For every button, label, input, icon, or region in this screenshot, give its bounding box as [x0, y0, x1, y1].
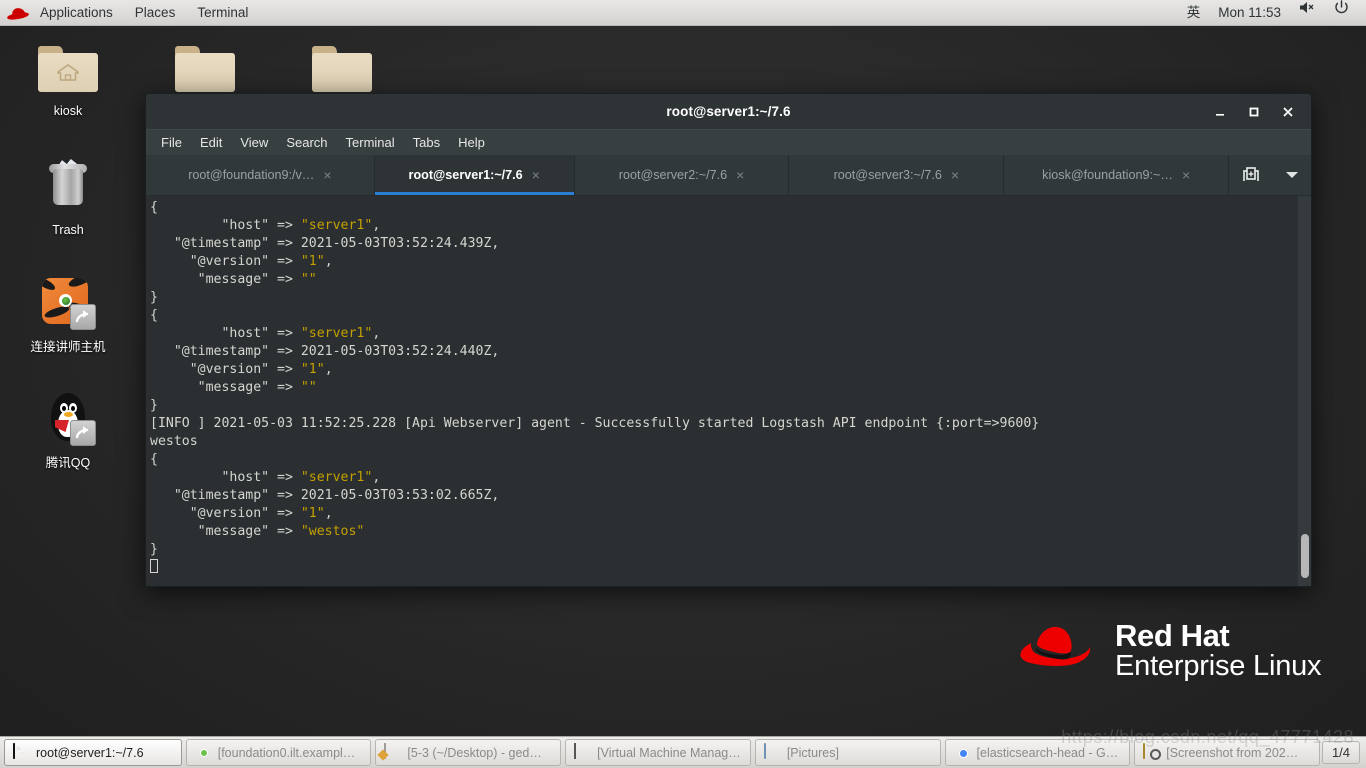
close-tab-icon[interactable]: × [736, 168, 744, 182]
gedit-icon [384, 743, 401, 761]
menu-edit[interactable]: Edit [191, 130, 231, 156]
window-titlebar[interactable]: root@server1:~/7.6 [146, 94, 1311, 129]
panel-menu-applications[interactable]: Applications [29, 0, 124, 26]
taskbar-item-label: [Pictures] [786, 745, 839, 760]
redhat-hat-icon[interactable] [6, 4, 30, 22]
panel-menu-terminal[interactable]: Terminal [186, 0, 259, 26]
menu-file[interactable]: File [152, 130, 191, 156]
volume-muted-icon[interactable] [1290, 0, 1325, 26]
panel-status-area: 英 Mon 11:53 [1178, 0, 1366, 26]
desktop-icon-label: Trash [52, 223, 84, 237]
desktop-icon-trash[interactable]: Trash [20, 155, 116, 238]
rhel-brand-text: Red Hat Enterprise Linux [1115, 618, 1322, 683]
shortcut-arrow-badge [70, 304, 96, 330]
taskbar-item-virt-manager[interactable]: [Virtual Machine Manag… [565, 739, 751, 766]
taskbar-item-label: [foundation0.ilt.exampl… [217, 745, 356, 760]
taskbar-item-screenshot[interactable]: [Screenshot from 202… [1134, 739, 1320, 766]
taskbar-item-label: [elasticsearch-head - G… [976, 745, 1119, 760]
qq-shortcut-icon [36, 388, 100, 452]
new-tab-icon[interactable] [1229, 155, 1273, 195]
shortcut-arrow-badge [70, 420, 96, 446]
menu-search[interactable]: Search [277, 130, 336, 156]
window-controls [1203, 94, 1305, 129]
tab-label: root@server2:~/7.6 [618, 168, 728, 182]
clock[interactable]: Mon 11:53 [1209, 0, 1290, 26]
window-title: root@server1:~/7.6 [666, 104, 791, 119]
chrome-icon [954, 744, 971, 761]
panel-menu-places[interactable]: Places [124, 0, 187, 26]
close-tab-icon[interactable]: × [323, 168, 331, 182]
desktop-icon-label: 连接讲师主机 [30, 340, 106, 354]
desktop-icon-label: kiosk [53, 104, 83, 118]
tab-kiosk-foundation9[interactable]: kiosk@foundation9:~… × [1004, 155, 1230, 195]
tab-label: root@server1:~/7.6 [408, 168, 523, 182]
taskbar-item-gedit[interactable]: [5-3 (~/Desktop) - ged… [375, 739, 562, 766]
chevron-down-icon[interactable] [1273, 155, 1311, 195]
brand-line-2: Enterprise Linux [1115, 650, 1322, 683]
power-icon[interactable] [1325, 0, 1358, 26]
top-panel: Applications Places Terminal 英 Mon 11:53 [0, 0, 1366, 26]
redhat-logo-icon [1015, 620, 1101, 682]
taskbar-item-label: [5-3 (~/Desktop) - ged… [407, 745, 542, 760]
menu-terminal[interactable]: Terminal [337, 130, 404, 156]
close-tab-icon[interactable]: × [951, 168, 959, 182]
terminal-window[interactable]: root@server1:~/7.6 File Edit View Search… [145, 93, 1312, 587]
terminal-scrollbar[interactable] [1297, 196, 1311, 586]
desktop-folder-1[interactable] [157, 36, 253, 100]
close-tab-icon[interactable]: × [532, 168, 540, 182]
terminal-tabbar: root@foundation9:/v… × root@server1:~/7.… [146, 155, 1311, 196]
trash-icon [36, 155, 100, 219]
tab-label: kiosk@foundation9:~… [1042, 168, 1173, 182]
desktop-icon-tencent-qq[interactable]: 腾讯QQ [20, 388, 116, 471]
home-folder-icon [36, 36, 100, 100]
taskbar-item-label: root@server1:~/7.6 [36, 745, 144, 760]
minimize-button[interactable] [1203, 94, 1237, 129]
tab-root-server3[interactable]: root@server3:~/7.6 × [789, 155, 1005, 195]
menu-help[interactable]: Help [449, 130, 494, 156]
virt-manager-icon [574, 743, 591, 761]
taskbar-item-label: [Virtual Machine Manag… [597, 745, 741, 760]
close-tab-icon[interactable]: × [1182, 168, 1190, 182]
menu-tabs[interactable]: Tabs [404, 130, 449, 156]
tigervnc-icon [195, 744, 212, 761]
tab-root-server2[interactable]: root@server2:~/7.6 × [575, 155, 790, 195]
menu-view[interactable]: View [231, 130, 277, 156]
taskbar-item-label: [Screenshot from 202… [1166, 745, 1299, 760]
tab-root-foundation9[interactable]: root@foundation9:/v… × [146, 155, 375, 195]
terminal-icon [13, 743, 30, 761]
maximize-button[interactable] [1237, 94, 1271, 129]
taskbar-item-terminal[interactable]: root@server1:~/7.6 [4, 739, 182, 766]
brand-line-1: Red Hat [1115, 618, 1230, 654]
desktop-folder-2[interactable] [294, 36, 390, 100]
terminal-output-text: { "host" => "server1", "@timestamp" => 2… [146, 196, 1297, 586]
tab-label: root@foundation9:/v… [188, 168, 315, 182]
taskbar-item-chrome[interactable]: [elasticsearch-head - G… [944, 739, 1131, 766]
terminal-menubar: File Edit View Search Terminal Tabs Help [146, 129, 1311, 155]
taskbar-item-tigervnc[interactable]: [foundation0.ilt.exampl… [185, 739, 372, 766]
folder-icon [173, 36, 237, 100]
desktop-icon-connect-instructor-host[interactable]: 连接讲师主机 [20, 272, 116, 355]
file-manager-icon [763, 743, 781, 761]
input-method-indicator[interactable]: 英 [1178, 0, 1210, 26]
workspace-pager[interactable]: 1/4 [1321, 741, 1361, 764]
tab-root-server1[interactable]: root@server1:~/7.6 × [374, 155, 575, 195]
desktop-icon-label: 腾讯QQ [45, 456, 91, 470]
close-button[interactable] [1271, 94, 1305, 129]
desktop-icon-kiosk[interactable]: kiosk [20, 36, 116, 119]
rhel-brand-logo: Red Hat Enterprise Linux [1015, 618, 1322, 683]
terminal-output-area[interactable]: { "host" => "server1", "@timestamp" => 2… [146, 196, 1311, 586]
taskbar: root@server1:~/7.6 [foundation0.ilt.exam… [0, 736, 1366, 768]
tab-label: root@server3:~/7.6 [833, 168, 942, 182]
tigervnc-shortcut-icon [36, 272, 100, 336]
screenshot-icon [1143, 743, 1160, 761]
scrollbar-thumb[interactable] [1301, 534, 1309, 578]
folder-icon [310, 36, 374, 100]
taskbar-item-pictures[interactable]: [Pictures] [754, 739, 941, 766]
